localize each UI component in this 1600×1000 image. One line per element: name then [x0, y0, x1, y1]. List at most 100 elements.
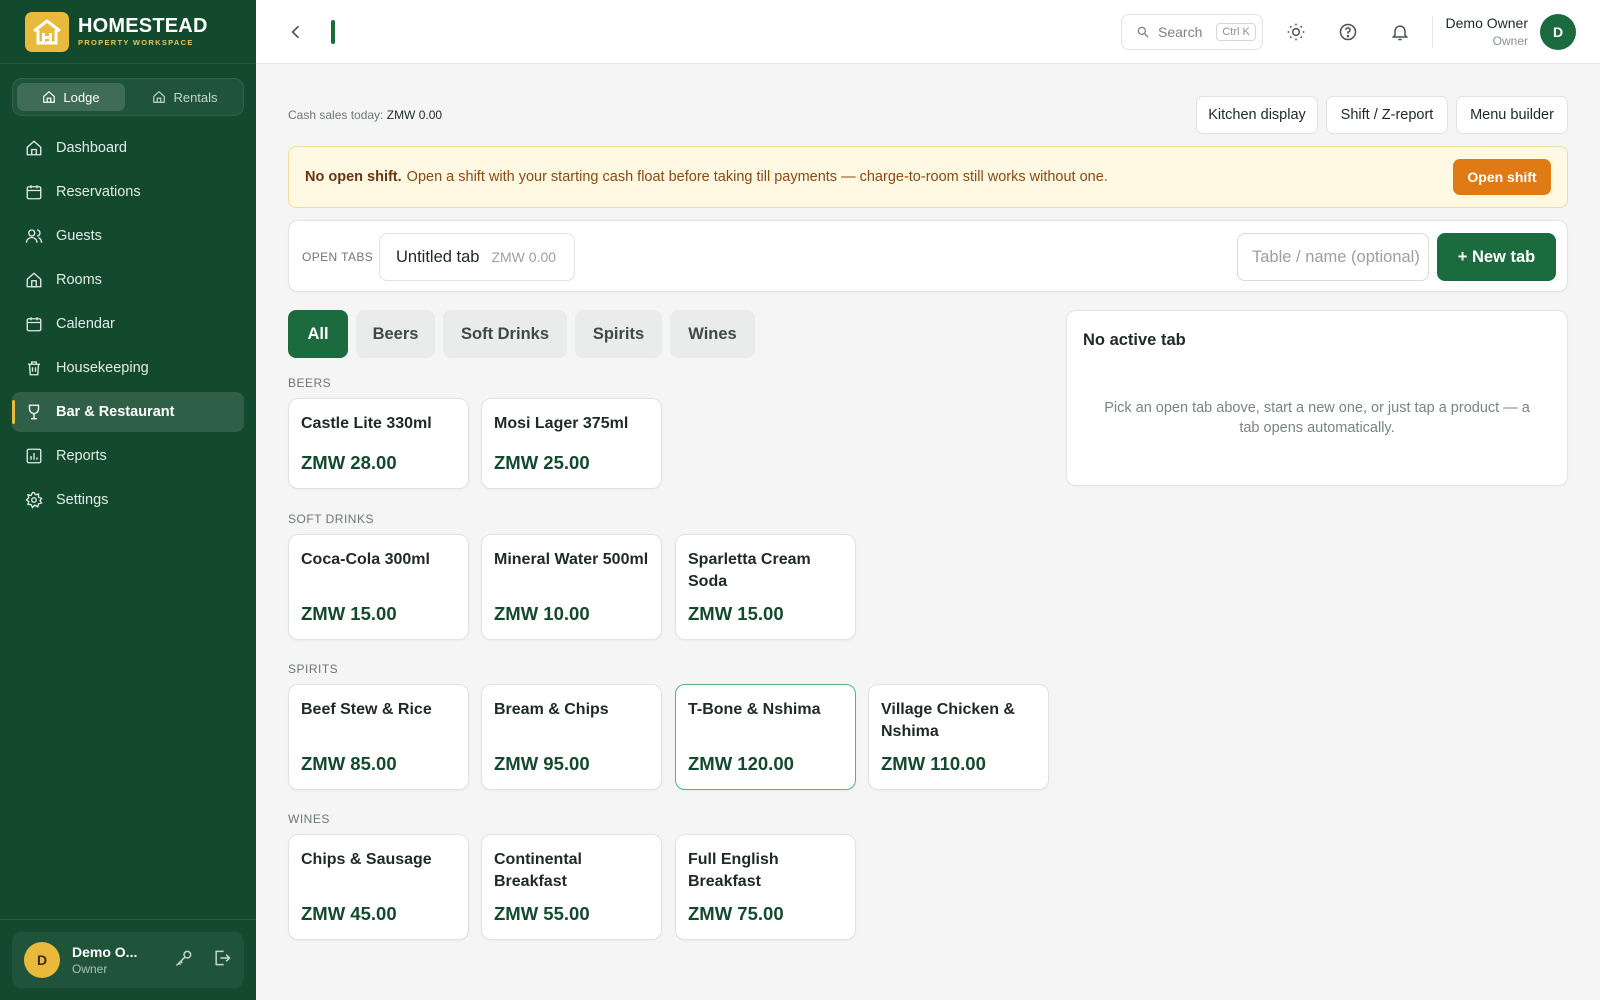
product-card[interactable]: Full English Breakfast ZMW 75.00 [675, 834, 856, 940]
product-card[interactable]: Bream & Chips ZMW 95.00 [481, 684, 662, 790]
product-price: ZMW 85.00 [301, 753, 397, 774]
new-tab-button[interactable]: + New tab [1437, 233, 1556, 281]
search-button[interactable]: Search Ctrl K [1121, 14, 1263, 50]
building-icon [25, 271, 43, 289]
user-name: Demo Owner [1445, 15, 1528, 31]
open-shift-button[interactable]: Open shift [1453, 159, 1551, 195]
product-name: Continental Breakfast [494, 851, 582, 890]
switch-rentals[interactable]: Rentals [131, 83, 239, 111]
sidebar-item-label: Rooms [56, 272, 102, 288]
brand-name: HOMESTEAD [78, 15, 208, 37]
sidebar-item-label: Guests [56, 228, 102, 244]
page-indicator [331, 20, 335, 44]
filter-spirits[interactable]: Spirits [575, 310, 662, 358]
section-label: BEERS [288, 376, 332, 390]
section-label: SPIRITS [288, 662, 339, 676]
search-label: Search [1158, 24, 1203, 40]
help-icon[interactable] [1337, 21, 1359, 43]
cash-sales-value: ZMW 0.00 [386, 108, 443, 122]
product-price: ZMW 45.00 [301, 903, 397, 924]
sidebar-item-housekeeping[interactable]: Housekeeping [12, 348, 244, 388]
back-icon[interactable] [286, 22, 306, 42]
product-price: ZMW 15.00 [301, 603, 397, 624]
product-card[interactable]: Chips & Sausage ZMW 45.00 [288, 834, 469, 940]
shift-report-button[interactable]: Shift / Z-report [1326, 96, 1448, 134]
divider [0, 919, 256, 920]
product-price: ZMW 28.00 [301, 452, 397, 473]
product-price: ZMW 110.00 [881, 753, 986, 774]
filter-beers[interactable]: Beers [356, 310, 435, 358]
switch-rentals-label: Rentals [173, 89, 218, 105]
filter-wines[interactable]: Wines [670, 310, 755, 358]
kitchen-display-button[interactable]: Kitchen display [1196, 96, 1318, 134]
sidebar-item-settings[interactable]: Settings [12, 480, 244, 520]
open-tabs-bar: OPEN TABS Untitled tab ZMW 0.00 + New ta… [288, 220, 1568, 292]
product-name: Village Chicken & Nshima [881, 701, 1015, 740]
user-role: Owner [1492, 34, 1528, 48]
product-name: Coca-Cola 300ml [301, 551, 430, 568]
product-card[interactable]: Coca-Cola 300ml ZMW 15.00 [288, 534, 469, 640]
product-price: ZMW 15.00 [688, 603, 784, 624]
filter-all[interactable]: All [288, 310, 348, 358]
sidebar-item-label: Housekeeping [56, 360, 149, 376]
home-icon [153, 90, 166, 103]
sidebar-item-label: Settings [56, 492, 109, 508]
open-tab-item[interactable]: Untitled tab ZMW 0.00 [379, 233, 575, 281]
sidebar-item-label: Reports [56, 448, 107, 464]
product-price: ZMW 10.00 [494, 603, 590, 624]
product-card[interactable]: T-Bone & Nshima ZMW 120.00 [675, 684, 856, 790]
avatar: D [24, 942, 60, 978]
product-card[interactable]: Village Chicken & Nshima ZMW 110.00 [868, 684, 1049, 790]
logout-icon[interactable] [212, 948, 232, 973]
bell-icon[interactable] [1389, 21, 1411, 43]
product-name: Chips & Sausage [301, 851, 432, 868]
search-shortcut: Ctrl K [1216, 23, 1256, 41]
sidebar-item-reports[interactable]: Reports [12, 436, 244, 476]
active-tab-panel: No active tab Pick an open tab above, st… [1066, 310, 1568, 486]
product-card[interactable]: Continental Breakfast ZMW 55.00 [481, 834, 662, 940]
avatar[interactable]: D [1540, 14, 1576, 50]
property-switcher: Lodge Rentals [12, 78, 244, 116]
sidebar-item-reservations[interactable]: Reservations [12, 172, 244, 212]
divider [1432, 16, 1433, 48]
sidebar-user-card[interactable]: D Demo O... Owner [12, 932, 244, 988]
logo-icon [25, 11, 69, 52]
topbar: Search Ctrl K Demo Owner Owner D [256, 0, 1600, 64]
open-tabs-label: OPEN TABS [302, 250, 374, 264]
product-card[interactable]: Beef Stew & Rice ZMW 85.00 [288, 684, 469, 790]
product-name: Castle Lite 330ml [301, 415, 432, 432]
cup-icon [25, 403, 43, 421]
product-name: Mineral Water 500ml [494, 551, 649, 568]
product-price: ZMW 75.00 [688, 903, 784, 924]
user-name: Demo O... [72, 944, 138, 960]
tab-name-input[interactable] [1237, 233, 1429, 281]
product-card[interactable]: Mineral Water 500ml ZMW 10.00 [481, 534, 662, 640]
sidebar-item-bar-restaurant[interactable]: Bar & Restaurant [12, 392, 244, 432]
product-card[interactable]: Castle Lite 330ml ZMW 28.00 [288, 398, 469, 489]
top-user-info[interactable]: Demo Owner Owner [1446, 15, 1528, 48]
chart-icon [25, 447, 43, 465]
sidebar-item-rooms[interactable]: Rooms [12, 260, 244, 300]
sidebar-item-guests[interactable]: Guests [12, 216, 244, 256]
brand-subtitle: PROPERTY WORKSPACE [78, 38, 194, 47]
tab-name: Untitled tab [396, 247, 480, 266]
gear-icon [25, 491, 43, 509]
filter-soft-drinks[interactable]: Soft Drinks [443, 310, 567, 358]
section-label: SOFT DRINKS [288, 512, 374, 526]
category-filters: All Beers Soft Drinks Spirits Wines [288, 310, 755, 358]
theme-toggle-icon[interactable] [1285, 21, 1307, 43]
menu-builder-button[interactable]: Menu builder [1456, 96, 1568, 134]
switch-lodge-label: Lodge [63, 89, 100, 105]
switch-lodge[interactable]: Lodge [17, 83, 125, 111]
brand[interactable]: HOMESTEAD PROPERTY WORKSPACE [0, 0, 256, 64]
product-card[interactable]: Sparletta Cream Soda ZMW 15.00 [675, 534, 856, 640]
user-role: Owner [72, 962, 108, 976]
no-shift-alert: No open shift. Open a shift with your st… [288, 146, 1568, 208]
sidebar-item-dashboard[interactable]: Dashboard [12, 128, 244, 168]
key-icon[interactable] [174, 948, 194, 973]
product-name: Beef Stew & Rice [301, 701, 432, 718]
alert-title: No open shift. [305, 169, 402, 185]
sidebar: HOMESTEAD PROPERTY WORKSPACE Lodge Renta… [0, 0, 256, 1000]
product-card[interactable]: Mosi Lager 375ml ZMW 25.00 [481, 398, 662, 489]
sidebar-item-calendar[interactable]: Calendar [12, 304, 244, 344]
